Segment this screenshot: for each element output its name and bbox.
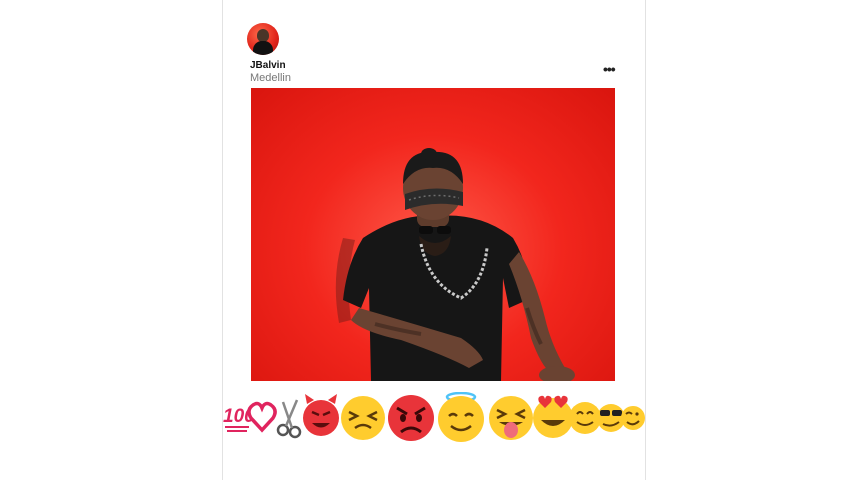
reaction-bar: 100 [223, 391, 645, 442]
winking-face-icon[interactable] [621, 406, 645, 430]
avatar-shirt [253, 41, 273, 55]
avatar[interactable] [247, 23, 279, 55]
scissors-icon[interactable] [276, 399, 302, 439]
tongue-out-face-icon[interactable] [489, 396, 533, 440]
smiling-devil-icon[interactable] [303, 394, 339, 436]
post-username[interactable]: JBalvin [250, 60, 286, 71]
sunglasses-face-icon[interactable] [597, 404, 625, 432]
heart-eyes-face-icon[interactable] [533, 395, 573, 438]
post-location[interactable]: Medellin [250, 72, 291, 84]
post-card: JBalvin Medellin ••• 100 [222, 0, 646, 480]
squinting-face-icon[interactable] [341, 396, 385, 440]
post-photo [251, 88, 615, 381]
more-horizontal-icon[interactable]: ••• [603, 61, 616, 77]
angry-face-icon[interactable] [388, 395, 434, 441]
halo-smile-icon[interactable] [438, 391, 484, 442]
smiling-face-icon[interactable] [569, 402, 601, 434]
dancer-figure [335, 148, 575, 381]
